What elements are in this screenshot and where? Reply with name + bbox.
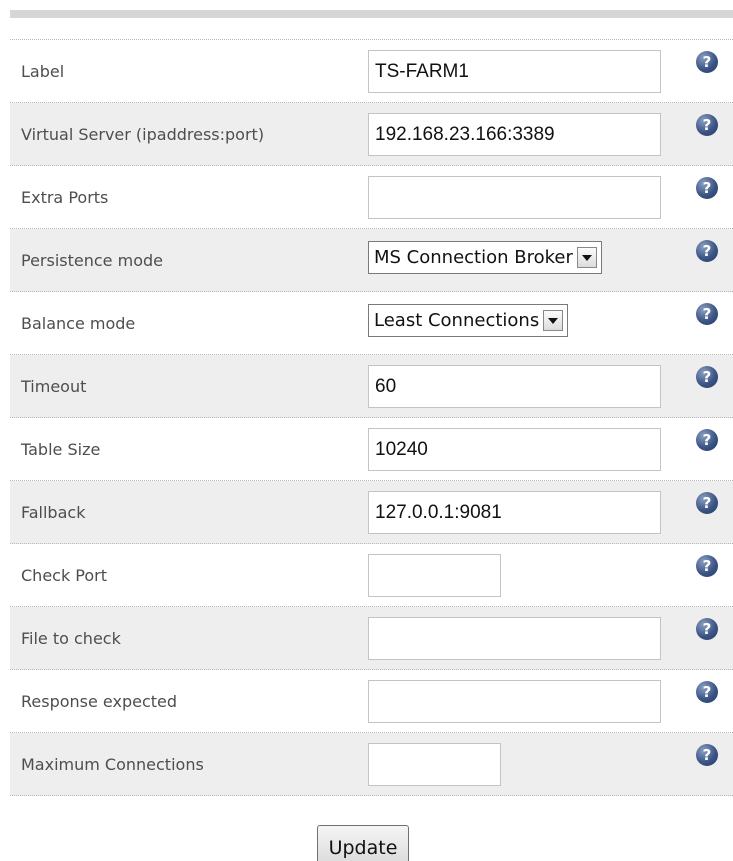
help-question-icon[interactable]: ? [696,681,718,703]
help-question-icon[interactable]: ? [696,429,718,451]
help-question-icon[interactable]: ? [696,177,718,199]
field-label: Check Port [21,565,108,585]
help-question-icon[interactable]: ? [696,366,718,388]
form-row-balance-mode: Balance mode Least Connections ? [10,292,733,355]
update-button[interactable]: Update [317,825,409,861]
fallback-input[interactable] [368,491,661,534]
check-port-input[interactable] [368,554,501,597]
form-row-label: Label ? [10,39,733,103]
select-value: MS Connection Broker [374,247,573,268]
file-to-check-input[interactable] [368,617,661,660]
table-size-input[interactable] [368,428,661,471]
form-row-maximum-connections: Maximum Connections ? [10,733,733,796]
form-row-file-to-check: File to check ? [10,607,733,670]
help-question-icon[interactable]: ? [696,555,718,577]
field-label: Balance mode [21,313,136,333]
form-row-fallback: Fallback ? [10,481,733,544]
virtual-server-input[interactable] [368,113,661,156]
label-input[interactable] [368,50,661,93]
maximum-connections-input[interactable] [368,743,501,786]
form-row-table-size: Table Size ? [10,418,733,481]
field-label: Timeout [21,376,87,396]
select-value: Least Connections [374,310,540,331]
field-label: File to check [21,628,121,648]
persistence-mode-select[interactable]: MS Connection Broker [368,241,602,274]
chevron-down-icon[interactable] [543,310,564,331]
field-label: Label [21,61,65,81]
form-row-virtual-server: Virtual Server (ipaddress:port) ? [10,103,733,166]
form-row-timeout: Timeout ? [10,355,733,418]
help-question-icon[interactable]: ? [696,618,718,640]
chevron-down-icon[interactable] [576,247,597,268]
help-question-icon[interactable]: ? [696,51,718,73]
field-label: Fallback [21,502,86,522]
extra-ports-input[interactable] [368,176,661,219]
form-row-check-port: Check Port ? [10,544,733,607]
field-label: Response expected [21,691,178,711]
form-row-persistence-mode: Persistence mode MS Connection Broker ? [10,229,733,292]
form-row-response-expected: Response expected ? [10,670,733,733]
form-row-extra-ports: Extra Ports ? [10,166,733,229]
field-label: Maximum Connections [21,754,204,774]
field-label: Persistence mode [21,250,163,270]
help-question-icon[interactable]: ? [696,303,718,325]
top-divider-bar [10,10,733,18]
balance-mode-select[interactable]: Least Connections [368,304,569,337]
response-expected-input[interactable] [368,680,661,723]
help-question-icon[interactable]: ? [696,744,718,766]
help-question-icon[interactable]: ? [696,114,718,136]
farm-settings-form: Label ? Virtual Server (ipaddress:port) … [10,39,733,796]
help-question-icon[interactable]: ? [696,492,718,514]
field-label: Table Size [21,439,101,459]
help-question-icon[interactable]: ? [696,240,718,262]
timeout-input[interactable] [368,365,661,408]
field-label: Virtual Server (ipaddress:port) [21,124,265,144]
field-label: Extra Ports [21,187,109,207]
